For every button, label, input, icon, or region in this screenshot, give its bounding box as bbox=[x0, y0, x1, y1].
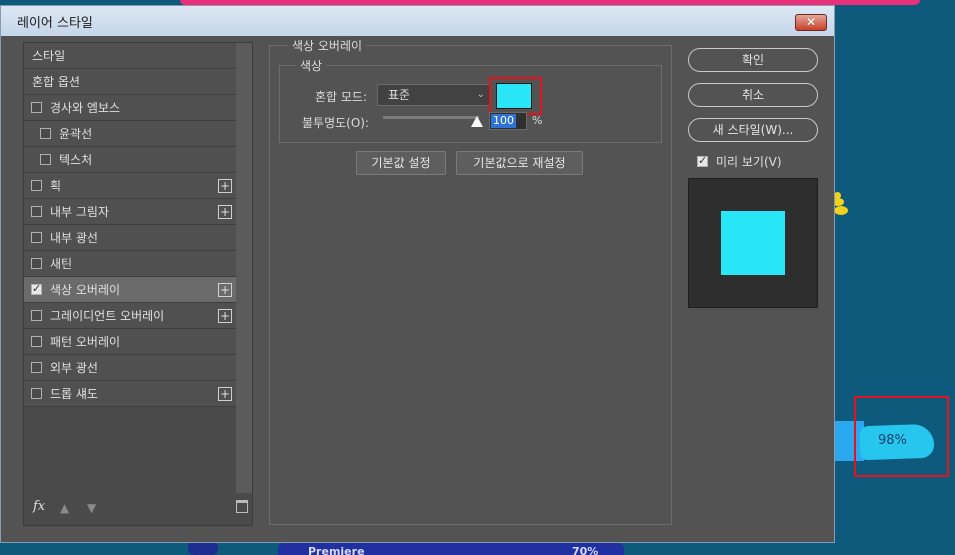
preview-checkbox-box[interactable] bbox=[697, 154, 708, 167]
style-checkbox[interactable] bbox=[40, 154, 51, 165]
add-effect-icon[interactable]: + bbox=[218, 309, 232, 323]
style-list-item[interactable]: 내부 그림자 + bbox=[24, 199, 236, 225]
style-checkbox[interactable] bbox=[31, 336, 42, 347]
style-list-item-label: 그레이디언트 오버레이 bbox=[50, 309, 165, 323]
section-title: 색상 오버레이 bbox=[288, 37, 367, 54]
style-list-item[interactable]: 색상 오버레이 + bbox=[24, 277, 236, 303]
style-list-item[interactable]: 윤곽선 bbox=[24, 121, 236, 147]
style-list-item-label: 스타일 bbox=[32, 49, 66, 63]
style-checkbox[interactable] bbox=[31, 232, 42, 243]
preview-label: 미리 보기(V) bbox=[716, 155, 782, 169]
add-effect-icon[interactable]: + bbox=[218, 179, 232, 193]
highlight-box-swatch bbox=[489, 77, 542, 115]
make-default-button[interactable]: 기본값 설정 bbox=[356, 151, 446, 175]
blend-mode-label: 혼합 모드: bbox=[315, 90, 368, 104]
list-footer: fx ▲ ▼ bbox=[24, 493, 252, 525]
ok-button[interactable]: 확인 bbox=[688, 48, 818, 72]
new-style-button[interactable]: 새 스타일(W)... bbox=[688, 118, 818, 142]
style-list-item-label: 혼합 옵션 bbox=[32, 75, 80, 89]
style-list-item[interactable]: 경사와 엠보스 bbox=[24, 95, 236, 121]
style-list-item-label: 색상 오버레이 bbox=[50, 283, 121, 297]
style-list-item[interactable]: 내부 광선 bbox=[24, 225, 236, 251]
window-title: 레이어 스타일 bbox=[17, 15, 93, 31]
style-list-item-label: 내부 광선 bbox=[50, 231, 98, 245]
style-list-item-label: 획 bbox=[50, 179, 62, 193]
style-checkbox[interactable] bbox=[31, 102, 42, 113]
style-list-item[interactable]: 그레이디언트 오버레이 + bbox=[24, 303, 236, 329]
style-checkbox[interactable] bbox=[31, 388, 42, 399]
group-title: 색상 bbox=[296, 57, 327, 74]
style-checkbox[interactable] bbox=[31, 362, 42, 373]
style-list-item[interactable]: 패턴 오버레이 bbox=[24, 329, 236, 355]
background-bottom-shape bbox=[188, 541, 218, 555]
preview-checkbox[interactable]: 미리 보기(V) bbox=[697, 153, 782, 170]
style-list-item-label: 윤곽선 bbox=[59, 127, 93, 141]
opacity-value: 100 bbox=[491, 114, 516, 128]
add-effect-icon[interactable]: + bbox=[218, 205, 232, 219]
style-list-item-label: 텍스처 bbox=[59, 153, 93, 167]
add-effect-icon[interactable]: + bbox=[218, 387, 232, 401]
style-list-item-label: 외부 광선 bbox=[50, 361, 98, 375]
background-bottom-percent: 70% bbox=[572, 545, 599, 555]
close-button[interactable]: ✕ bbox=[795, 14, 827, 31]
trash-icon[interactable] bbox=[236, 500, 248, 513]
style-checkbox[interactable] bbox=[40, 128, 51, 139]
style-checkbox[interactable] bbox=[31, 258, 42, 269]
fx-icon[interactable]: fx bbox=[33, 499, 45, 514]
opacity-label: 불투명도(O): bbox=[302, 116, 370, 130]
style-list-item-label: 드롭 섀도 bbox=[50, 387, 98, 401]
preview-thumbnail bbox=[688, 178, 818, 308]
style-list-item[interactable]: 새틴 bbox=[24, 251, 236, 277]
blend-mode-value: 표준 bbox=[388, 88, 411, 102]
highlight-box-percent bbox=[854, 396, 949, 477]
style-list-item[interactable]: 드롭 섀도 + bbox=[24, 381, 236, 407]
style-checkbox[interactable] bbox=[31, 180, 42, 191]
list-scrollbar[interactable] bbox=[236, 43, 252, 493]
chevron-down-icon: ⌄ bbox=[476, 89, 485, 100]
title-bar: 레이어 스타일 ✕ bbox=[1, 6, 834, 36]
reset-default-button[interactable]: 기본값으로 재설정 bbox=[456, 151, 583, 175]
style-list-item-label: 내부 그림자 bbox=[50, 205, 110, 219]
styles-list-panel: 스타일혼합 옵션경사와 엠보스윤곽선텍스처획+내부 그림자+내부 광선새틴색상 … bbox=[23, 42, 253, 526]
background-bottom-label: Premiere bbox=[308, 545, 365, 555]
style-list-item-label: 패턴 오버레이 bbox=[50, 335, 121, 349]
style-list-item[interactable]: 텍스처 bbox=[24, 147, 236, 173]
arrow-up-icon[interactable]: ▲ bbox=[60, 501, 69, 515]
opacity-input[interactable]: 100 bbox=[489, 112, 527, 130]
style-checkbox[interactable] bbox=[31, 310, 42, 321]
arrow-down-icon[interactable]: ▼ bbox=[87, 501, 96, 515]
style-list-item[interactable]: 외부 광선 bbox=[24, 355, 236, 381]
style-list-item-label: 경사와 엠보스 bbox=[50, 101, 121, 115]
style-list-item[interactable]: 스타일 bbox=[24, 43, 236, 69]
style-list-item-label: 새틴 bbox=[50, 257, 73, 271]
cancel-button[interactable]: 취소 bbox=[688, 83, 818, 107]
preview-square bbox=[721, 211, 785, 275]
style-checkbox[interactable] bbox=[31, 206, 42, 217]
opacity-unit: % bbox=[532, 114, 543, 127]
style-checkbox[interactable] bbox=[31, 282, 42, 295]
opacity-slider-thumb[interactable] bbox=[471, 116, 483, 127]
style-list-item[interactable]: 혼합 옵션 bbox=[24, 69, 236, 95]
style-list-item[interactable]: 획 + bbox=[24, 173, 236, 199]
add-effect-icon[interactable]: + bbox=[218, 283, 232, 297]
opacity-slider[interactable] bbox=[383, 116, 479, 119]
blend-mode-select[interactable]: 표준 ⌄ bbox=[377, 84, 491, 106]
